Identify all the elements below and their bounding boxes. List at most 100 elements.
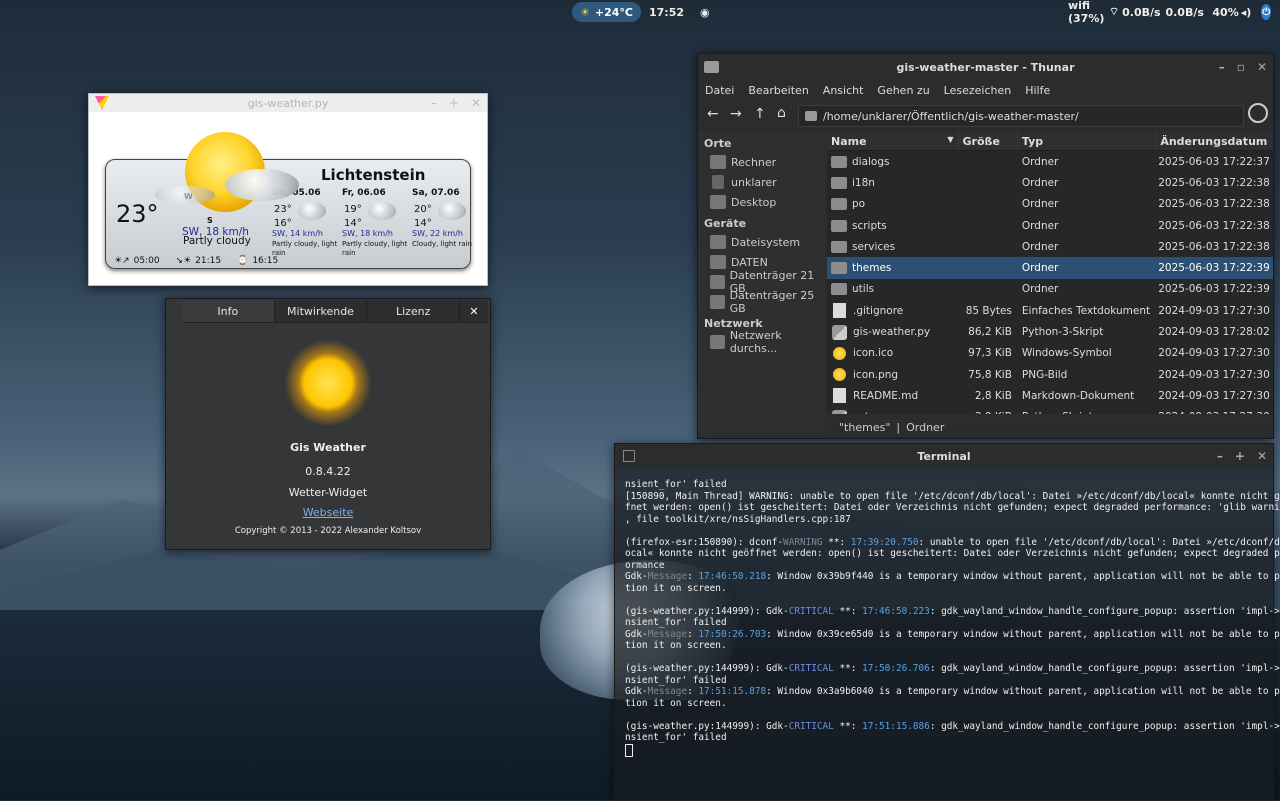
terminal-text: nsient_for' failed (625, 617, 727, 628)
terminal-line: (gis-weather.py:144999): Gdk-CRITICAL **… (625, 663, 1280, 675)
menu-file[interactable]: Datei (698, 80, 741, 100)
topbar-weather[interactable]: ☀ +24°C (572, 2, 641, 22)
app-description: Wetter-Widget (288, 486, 368, 499)
terminal-titlebar[interactable]: Terminal – + ✕ (615, 444, 1273, 468)
sidebar-item-filesystem[interactable]: Dateisystem (698, 232, 825, 252)
file-name: dialogs (852, 155, 890, 168)
table-row[interactable]: po Ordner 2025-06-03 17:22:38 (827, 194, 1273, 215)
sidebar-item-browse-network[interactable]: Netzwerk durchs... (698, 329, 825, 355)
cell-type: Ordner (1021, 219, 1059, 232)
minimize-icon[interactable]: – (431, 96, 437, 110)
sidebar-item-label: unklarer (731, 175, 777, 189)
column-name[interactable]: Name ▼ (827, 132, 959, 150)
table-row[interactable]: utils Ordner 2025-06-03 17:22:39 (827, 279, 1273, 300)
cell-name: themes (827, 262, 954, 275)
tab-info[interactable]: Info (182, 300, 275, 322)
topbar-temperature: +24°C (594, 5, 633, 19)
table-row[interactable]: gis-weather.py 86,2 KiB Python-3-Skript 202… (827, 321, 1273, 342)
weather-window[interactable]: gis-weather.py – + ✕ 23° Lichtenstein SW… (88, 93, 488, 286)
forecast-text: Cloudy, light rain (412, 240, 472, 248)
menu-bookmarks[interactable]: Lesezeichen (937, 80, 1019, 100)
topbar-status-widget[interactable]: wifi (37%) ⌔ 0.0B/s 0.0B/s 40% ◂) ⏻ (1060, 0, 1274, 25)
file-name: setup.py (853, 411, 899, 414)
table-row[interactable]: dialogs Ordner 2025-06-03 17:22:37 (827, 151, 1273, 172)
copyright: Copyright © 2013 - 2022 Alexander Koltso… (234, 526, 422, 536)
topbar-wifi[interactable]: wifi (37%) (1060, 0, 1109, 25)
table-row[interactable]: setup.py 3,0 KiBPython-Skript2024-09-03 1… (827, 407, 1273, 414)
topbar-time[interactable]: 17:52 (641, 2, 692, 22)
forecast-low: 16° (274, 218, 292, 229)
close-icon[interactable]: ✕ (1257, 449, 1267, 463)
table-row[interactable]: README.md 2,8 KiB Markdown-Dokument 2024-09… (827, 385, 1273, 406)
menu-bar: Datei Bearbeiten Ansicht Gehen zu Leseze… (698, 80, 1273, 100)
back-arrow-icon[interactable]: ← (707, 106, 719, 122)
table-row[interactable]: icon.png 75,8 KiB PNG-Bild 2024-09-03 17:27… (827, 364, 1273, 385)
file-manager-window[interactable]: gis-weather-master - Thunar – ▫ ✕ Datei … (697, 53, 1274, 439)
table-row[interactable]: themes Ordner 2025-06-03 17:22:39 (827, 257, 1273, 279)
partly-cloudy-rain-icon (298, 202, 326, 220)
topbar-clock-widget[interactable]: ☀ +24°C 17:52 ◉ (572, 2, 710, 22)
sidebar-item-label: Datenträger 25 GB (729, 289, 815, 315)
forecast-high: 19° (344, 204, 362, 215)
cell-type: Ordner (1021, 176, 1059, 189)
up-arrow-icon[interactable]: ↑ (754, 106, 766, 122)
tab-license[interactable]: Lizenz (367, 300, 461, 322)
power-icon[interactable]: ⏻ (1261, 4, 1271, 20)
terminal-text: fnet werden: open() ist gescheitert: Dat… (625, 502, 1280, 513)
cell-name: .gitignore (827, 303, 954, 319)
cell-name: services (827, 240, 954, 253)
forecast-wind: SW, 22 km/h (412, 229, 463, 238)
terminal-prompt[interactable] (625, 743, 1265, 757)
maximize-icon[interactable]: + (1235, 449, 1245, 463)
table-row[interactable]: scripts Ordner 2025-06-03 17:22:38 (827, 215, 1273, 236)
menu-go[interactable]: Gehen zu (870, 80, 936, 100)
forward-arrow-icon[interactable]: → (730, 106, 742, 122)
cell-size: 86,2 KiB (968, 326, 1012, 339)
cloud-icon (225, 169, 299, 201)
sidebar-item-desktop[interactable]: Desktop (698, 192, 825, 212)
sidebar-item-label: DATEN (731, 255, 768, 269)
cell-name: i18n (827, 176, 954, 189)
weather-titlebar[interactable]: gis-weather.py – + ✕ (89, 94, 487, 112)
sidebar-item-volume-25gb[interactable]: Datenträger 25 GB (698, 289, 825, 315)
column-type[interactable]: Typ (1018, 132, 1157, 150)
terminal-text: **: (833, 605, 863, 617)
maximize-icon[interactable]: + (449, 96, 459, 110)
sidebar-item-home[interactable]: unklarer (698, 172, 825, 192)
eye-slash-icon[interactable]: ◉ (692, 2, 718, 22)
terminal-window[interactable]: Terminal – + ✕ nsient_for' failed [150890… (614, 443, 1280, 801)
cell-date: 2025-06-03 17:22:38 (1158, 176, 1270, 189)
menu-edit[interactable]: Bearbeiten (741, 80, 815, 100)
minimize-icon[interactable]: – (1217, 449, 1223, 463)
weather-window-title: gis-weather.py (247, 96, 329, 110)
topbar-volume[interactable]: 40% (1212, 6, 1238, 19)
wifi-icon: ⌔ (1108, 5, 1120, 18)
website-link[interactable]: Webseite (166, 506, 490, 519)
menu-help[interactable]: Hilfe (1018, 80, 1057, 100)
table-row[interactable]: .gitignore 85 Bytes Einfaches Textdokument… (827, 300, 1273, 321)
column-size[interactable]: Größe (959, 132, 1018, 150)
table-row[interactable]: icon.ico 97,3 KiB Windows-Symbol 2024-09-03… (827, 343, 1273, 364)
thunar-titlebar[interactable]: gis-weather-master - Thunar – ▫ ✕ (698, 54, 1273, 80)
cell-date: 2024-09-03 17:27:30 (1158, 368, 1270, 381)
cell-name: gis-weather.py (827, 324, 954, 340)
table-row[interactable]: i18n Ordner 2025-06-03 17:22:38 (827, 172, 1273, 193)
table-row[interactable]: services Ordner 2025-06-03 17:22:38 (827, 236, 1273, 257)
about-dialog[interactable]: Info Mitwirkende Lizenz ✕ Gis Weather 0.… (165, 298, 491, 550)
cell-date: 2024-09-03 17:28:02 (1158, 326, 1270, 339)
search-icon[interactable] (1248, 103, 1268, 123)
location-bar[interactable]: /home/unklarer/Öffentlich/gis-weather-ma… (798, 105, 1244, 127)
close-button[interactable]: ✕ (460, 300, 488, 322)
close-icon[interactable]: ✕ (471, 96, 481, 110)
maximize-icon[interactable]: ▫ (1237, 60, 1245, 74)
status-selection: "themes" (839, 420, 891, 434)
terminal-output[interactable]: nsient_for' failed [150890, Main Thread] … (625, 479, 1280, 757)
minimize-icon[interactable]: – (1219, 60, 1225, 74)
home-icon[interactable]: ⌂ (777, 105, 786, 121)
tab-credits[interactable]: Mitwirkende (275, 300, 368, 322)
close-icon[interactable]: ✕ (1257, 60, 1267, 74)
column-date[interactable]: Änderungsdatum (1156, 132, 1273, 150)
menu-view[interactable]: Ansicht (816, 80, 871, 100)
about-tabs: Info Mitwirkende Lizenz ✕ (182, 300, 488, 323)
sidebar-item-computer[interactable]: Rechner (698, 152, 825, 172)
